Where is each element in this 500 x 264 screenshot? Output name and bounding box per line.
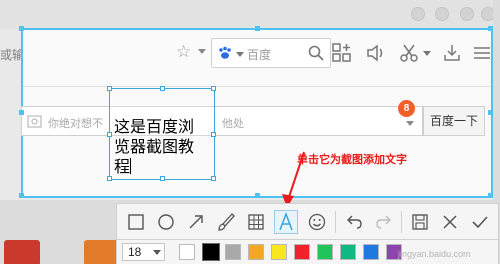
resize-handle-bl[interactable] [19, 193, 24, 198]
color-swatch[interactable] [179, 244, 195, 260]
color-swatch[interactable] [225, 244, 241, 260]
text-tool-icon[interactable] [274, 210, 298, 234]
resize-handle-tl[interactable] [19, 26, 24, 31]
search-chevron-down-icon[interactable] [406, 121, 414, 126]
color-swatch[interactable] [363, 244, 379, 260]
text-annotation-box[interactable]: 这是百度浏 览器截图教 程 [107, 86, 216, 181]
image-search-icon [27, 115, 42, 128]
color-swatch[interactable] [317, 244, 333, 260]
apps-grid-icon[interactable] [331, 42, 353, 64]
search-engine-box[interactable]: 百度 [211, 38, 331, 68]
screenshot-toolbar [116, 203, 499, 240]
text-cursor [130, 158, 132, 174]
annotation-line-2: 览器截图教 [114, 137, 195, 156]
browser-titlebar [0, 0, 500, 30]
annotation-text[interactable]: 这是百度浏 览器截图教 程 [114, 117, 214, 177]
undo-icon[interactable] [343, 211, 365, 233]
baidu-search-button[interactable]: 百度一下 [423, 106, 485, 136]
search-placeholder: 你绝对想不 [48, 118, 103, 130]
engine-name: 百度 [247, 48, 272, 62]
text-box-handle-t[interactable] [160, 86, 165, 91]
color-swatch[interactable] [202, 243, 220, 261]
minimize-button[interactable] [411, 7, 425, 21]
resize-handle-r[interactable] [488, 110, 493, 115]
app-tile-1[interactable] [4, 240, 40, 264]
color-swatch[interactable] [271, 244, 287, 260]
mosaic-tool-icon[interactable] [245, 211, 267, 233]
capture-region[interactable]: ☆ 百度 你绝对想不 他处 8 百度一下 [19, 26, 493, 198]
resize-handle-br[interactable] [488, 193, 493, 198]
resize-handle-b[interactable] [255, 193, 260, 198]
save-icon[interactable] [409, 211, 431, 233]
annotation-line-3: 程 [114, 157, 131, 176]
text-box-handle-l[interactable] [107, 132, 112, 137]
scissors-icon[interactable] [399, 42, 421, 64]
text-box-handle-tl[interactable] [107, 86, 112, 91]
color-swatch[interactable] [294, 244, 310, 260]
download-icon[interactable] [441, 42, 463, 64]
menu-icon[interactable] [471, 42, 493, 64]
search-icon[interactable] [307, 44, 325, 62]
close-icon[interactable] [439, 211, 461, 233]
ellipse-tool-icon[interactable] [155, 211, 177, 233]
color-swatch[interactable] [340, 244, 356, 260]
volume-icon[interactable] [365, 42, 387, 64]
restore-button[interactable] [460, 7, 474, 21]
star-icon[interactable]: ☆ [176, 42, 191, 62]
instruction-note: 单击它为截图添加文字 [297, 153, 407, 166]
divider [23, 86, 491, 87]
toolbar-separator [401, 211, 402, 233]
text-box-handle-br[interactable] [211, 176, 216, 181]
text-box-handle-r[interactable] [211, 132, 216, 137]
color-swatch[interactable] [248, 244, 264, 260]
engine-chevron-down-icon[interactable] [236, 52, 244, 57]
text-box-handle-tr[interactable] [211, 86, 216, 91]
scissors-chevron-down-icon[interactable] [423, 51, 431, 56]
resize-handle-t[interactable] [255, 26, 260, 31]
font-size-value: 18 [128, 245, 142, 259]
watermark: jingyan.baidu.com [398, 249, 471, 259]
baidu-paw-icon [219, 46, 231, 59]
font-size-chevron-down-icon[interactable] [153, 250, 161, 255]
notification-badge: 8 [398, 100, 415, 117]
search-input[interactable]: 你绝对想不 他处 [21, 106, 423, 136]
text-box-handle-bl[interactable] [107, 176, 112, 181]
redo-icon[interactable] [373, 211, 395, 233]
resize-handle-tr[interactable] [488, 26, 493, 31]
chevron-down-icon[interactable] [198, 49, 206, 54]
toolbar-separator [335, 211, 336, 233]
font-size-select[interactable]: 18 [122, 243, 165, 261]
search-placeholder-end: 他处 [222, 118, 244, 130]
resize-handle-l[interactable] [19, 110, 24, 115]
app-tile-2[interactable] [84, 240, 120, 264]
arrow-tool-icon[interactable] [185, 211, 207, 233]
emoji-tool-icon[interactable] [306, 211, 328, 233]
brush-tool-icon[interactable] [215, 211, 237, 233]
rectangle-tool-icon[interactable] [125, 211, 147, 233]
text-box-handle-b[interactable] [160, 176, 165, 181]
confirm-check-icon[interactable] [469, 211, 491, 233]
maximize-button[interactable] [435, 7, 449, 21]
annotation-line-1: 这是百度浏 [114, 117, 195, 136]
